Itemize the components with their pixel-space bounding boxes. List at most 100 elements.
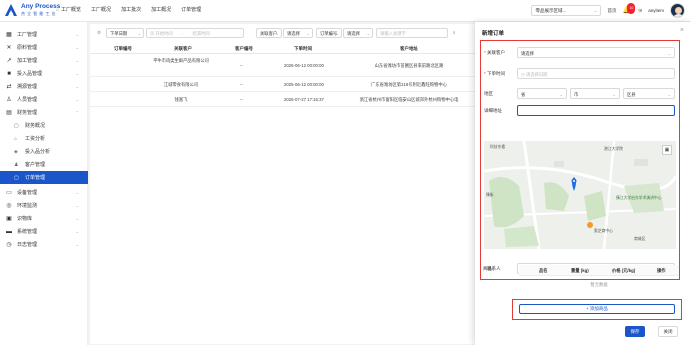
- order-filter-label[interactable]: 订单编号 ⌄: [316, 28, 342, 38]
- device-icon: ▭: [6, 190, 12, 196]
- sidebar-sub-label: 客户管理: [25, 162, 46, 168]
- add-goods-button[interactable]: + 添加商品: [519, 304, 675, 314]
- table-row[interactable]: 平牛市肉类生鲜产品有限公司 -- 2025-06-12 00:00:00 山东省…: [90, 55, 475, 77]
- end-date-field: 结束时间: [192, 31, 210, 36]
- date-label-text: 下单时间: [487, 71, 506, 76]
- goods-empty-text: 暂无数据: [590, 282, 608, 287]
- customer-select[interactable]: 请选择 ⌄: [517, 47, 675, 58]
- avatar[interactable]: [670, 3, 685, 18]
- sidebar-item-devices[interactable]: ▭ 设备管理 ⌄: [0, 186, 88, 199]
- sidebar-sub-clients[interactable]: ♟ 客户管理: [0, 158, 88, 171]
- cell-address: 山东省潍坊市苗圃区县来前路北区路: [374, 63, 444, 68]
- library-icon: ▣: [6, 216, 12, 222]
- goods-label: 商品: [483, 266, 492, 271]
- nav-tab-orders[interactable]: 订单管理: [181, 6, 201, 13]
- chevron-down-icon: ⌄: [75, 203, 79, 208]
- cell-customer-no: --: [240, 82, 243, 87]
- sidebar-item-logs[interactable]: ◷ 日志管理 ⌄: [0, 238, 88, 251]
- column-customer: 关联客户: [174, 46, 192, 51]
- nav-tab-factory-status[interactable]: 工厂概况: [91, 6, 111, 13]
- map-label-school: 臻江大学启东学术演讲中心: [616, 196, 662, 200]
- district-select[interactable]: 区县 ⌄: [623, 88, 675, 99]
- bell-icon[interactable]: 🔔10: [622, 2, 636, 16]
- table-header: 订单编号 关联客户 客户编号 下单时间 客户地址: [90, 44, 475, 54]
- goods-col-weight: 重量 (kg): [571, 267, 589, 273]
- logo-icon: [3, 3, 19, 19]
- sidebar-item-system[interactable]: ▬ 系统管理 ⌄: [0, 225, 88, 238]
- table-row[interactable]: 钱富飞 -- 2025-07-27 17:16:37 浙江省杭州市富阳区临安山区…: [90, 93, 475, 107]
- form-highlight-box: * 关联客户 请选择 ⌄ * 下单时间 ◷ 请选择日期 地区 省 ⌄ 市 ⌄ 区县 ⌄ …: [480, 40, 680, 280]
- chevron-down-icon: ⌄: [593, 8, 598, 13]
- column-customer-no: 客户编号: [235, 46, 253, 51]
- sidebar-sub-wage[interactable]: ⌂ 工资分析: [0, 132, 88, 145]
- nav-tab-batches[interactable]: 加工批次: [121, 6, 141, 13]
- map-label-south: 商城区: [634, 237, 646, 241]
- chevron-down-icon: ⌄: [75, 58, 79, 63]
- save-button[interactable]: 保存: [625, 326, 645, 337]
- address-input[interactable]: [517, 105, 675, 116]
- table-row[interactable]: 江城零食有限公司 -- 2025-06-12 00:00:00 广东省潍坊区第2…: [90, 78, 475, 92]
- user-name[interactable]: anyitem: [648, 8, 664, 13]
- home-link[interactable]: 首页: [607, 8, 616, 14]
- order-date-picker[interactable]: ◷ 请选择日期: [517, 68, 675, 79]
- nav-tabs: ⌂ 工厂概览 工厂概况 加工批次 加工概况 订单管理: [56, 6, 201, 13]
- customer-label: * 关联客户: [484, 50, 506, 55]
- map-label-poi: 奥芝商中心: [594, 229, 613, 233]
- brand-name: Any Process: [21, 3, 61, 10]
- sidebar-item-finance[interactable]: ▤ 财务管理 ⌃: [0, 106, 88, 119]
- wage-icon: ⌂: [14, 135, 18, 142]
- sidebar-item-inputs[interactable]: ■ 投入品管理 ⌄: [0, 67, 88, 80]
- close-button[interactable]: 关闭: [658, 326, 678, 337]
- sidebar-item-processing[interactable]: ↗ 加工管理 ⌄: [0, 54, 88, 67]
- province-select[interactable]: 省 ⌄: [517, 88, 567, 99]
- sidebar-item-label: 识物库: [17, 216, 33, 222]
- date-placeholder: 请选择日期: [525, 71, 548, 77]
- customer-label-text: 关联客户: [487, 50, 506, 55]
- chevron-down-icon: ⌄: [667, 91, 671, 97]
- nav-tab-label: 工厂概览: [61, 7, 82, 13]
- chevron-down-icon: ⌄: [75, 32, 79, 37]
- message-icon[interactable]: ✉: [638, 8, 642, 14]
- project-select[interactable]: 零品展示区域... ⌄: [531, 5, 602, 16]
- chevron-down-icon: ⌄: [306, 31, 310, 36]
- sidebar-item-materials[interactable]: ✕ 原料管理 ⌄: [0, 41, 88, 54]
- search-icon[interactable]: ⌕: [450, 28, 460, 38]
- cell-customer-no: --: [240, 97, 243, 102]
- sidebar-item-label: 人员管理: [17, 97, 38, 103]
- sidebar-sub-finance-overview[interactable]: ▢ 财务概况: [0, 119, 88, 132]
- sidebar-item-people[interactable]: ♙ 人员管理 ⌄: [0, 93, 88, 106]
- sidebar-item-trace[interactable]: ⇄ 溯源管理 ⌄: [0, 80, 88, 93]
- nav-tab-factory-overview[interactable]: ⌂ 工厂概览: [56, 6, 81, 13]
- sidebar-sub-orders[interactable]: ▢ 订单管理: [0, 171, 88, 184]
- sidebar-item-label: 投入品管理: [17, 71, 43, 77]
- sidebar: ▦ 工厂管理 ⌄ ✕ 原料管理 ⌄ ↗ 加工管理 ⌄ ■ 投入品管理 ⌄ ⇄ 溯源管理 ⌄ ♙ 人员管…: [0, 22, 88, 345]
- customer-filter-label[interactable]: 关联客户 ⌄: [256, 28, 282, 38]
- chevron-up-icon: ⌃: [75, 110, 79, 115]
- chevron-down-icon: ⌄: [366, 31, 370, 36]
- goods-col-action: 操作: [657, 267, 666, 273]
- settings-icon[interactable]: ⚙: [94, 28, 104, 38]
- province-value: 省: [521, 91, 526, 97]
- sidebar-item-factory[interactable]: ▦ 工厂管理 ⌄: [0, 28, 88, 41]
- sidebar-item-label: 加工管理: [17, 58, 38, 64]
- client-icon: ♟: [14, 161, 19, 168]
- date-label: * 下单时间: [484, 71, 506, 76]
- sidebar-item-environment[interactable]: ◎ 环境监测 ⌄: [0, 199, 88, 212]
- customer-filter-select[interactable]: 请选择 ⌄: [283, 28, 313, 38]
- sidebar-item-library[interactable]: ▣ 识物库 ⌄: [0, 212, 88, 225]
- keyword-placeholder: 请输入关键字: [380, 31, 406, 36]
- customer-filter-label-text: 关联客户: [260, 31, 278, 36]
- column-address: 客户地址: [400, 46, 418, 51]
- sidebar-sub-input-analysis[interactable]: ◈ 投入品分析: [0, 145, 88, 158]
- city-select[interactable]: 市 ⌄: [570, 88, 620, 99]
- close-icon[interactable]: ×: [680, 27, 684, 34]
- order-filter-select[interactable]: 请选择 ⌄: [343, 28, 373, 38]
- date-range-picker[interactable]: ▦ 开始时间 - 结束时间: [146, 28, 244, 38]
- location-map[interactable]: 科技东楼 湛江大学院 臻江大学启东学术演讲中心 奥芝商中心 臻街 商城区 ▣: [484, 141, 676, 249]
- new-order-drawer: 新增订单 × * 关联客户 请选择 ⌄ * 下单时间 ◷ 请选择日期 地区 省 ⌄ …: [475, 22, 691, 345]
- date-type-select[interactable]: 下单日期 ⌄: [106, 28, 144, 38]
- keyword-search-input[interactable]: 请输入关键字: [376, 28, 448, 38]
- nav-tab-processing[interactable]: 加工概况: [151, 6, 171, 13]
- cell-customer: 平牛市肉类生鲜产品有限公司: [153, 58, 209, 63]
- map-fullscreen-icon[interactable]: ▣: [662, 145, 672, 155]
